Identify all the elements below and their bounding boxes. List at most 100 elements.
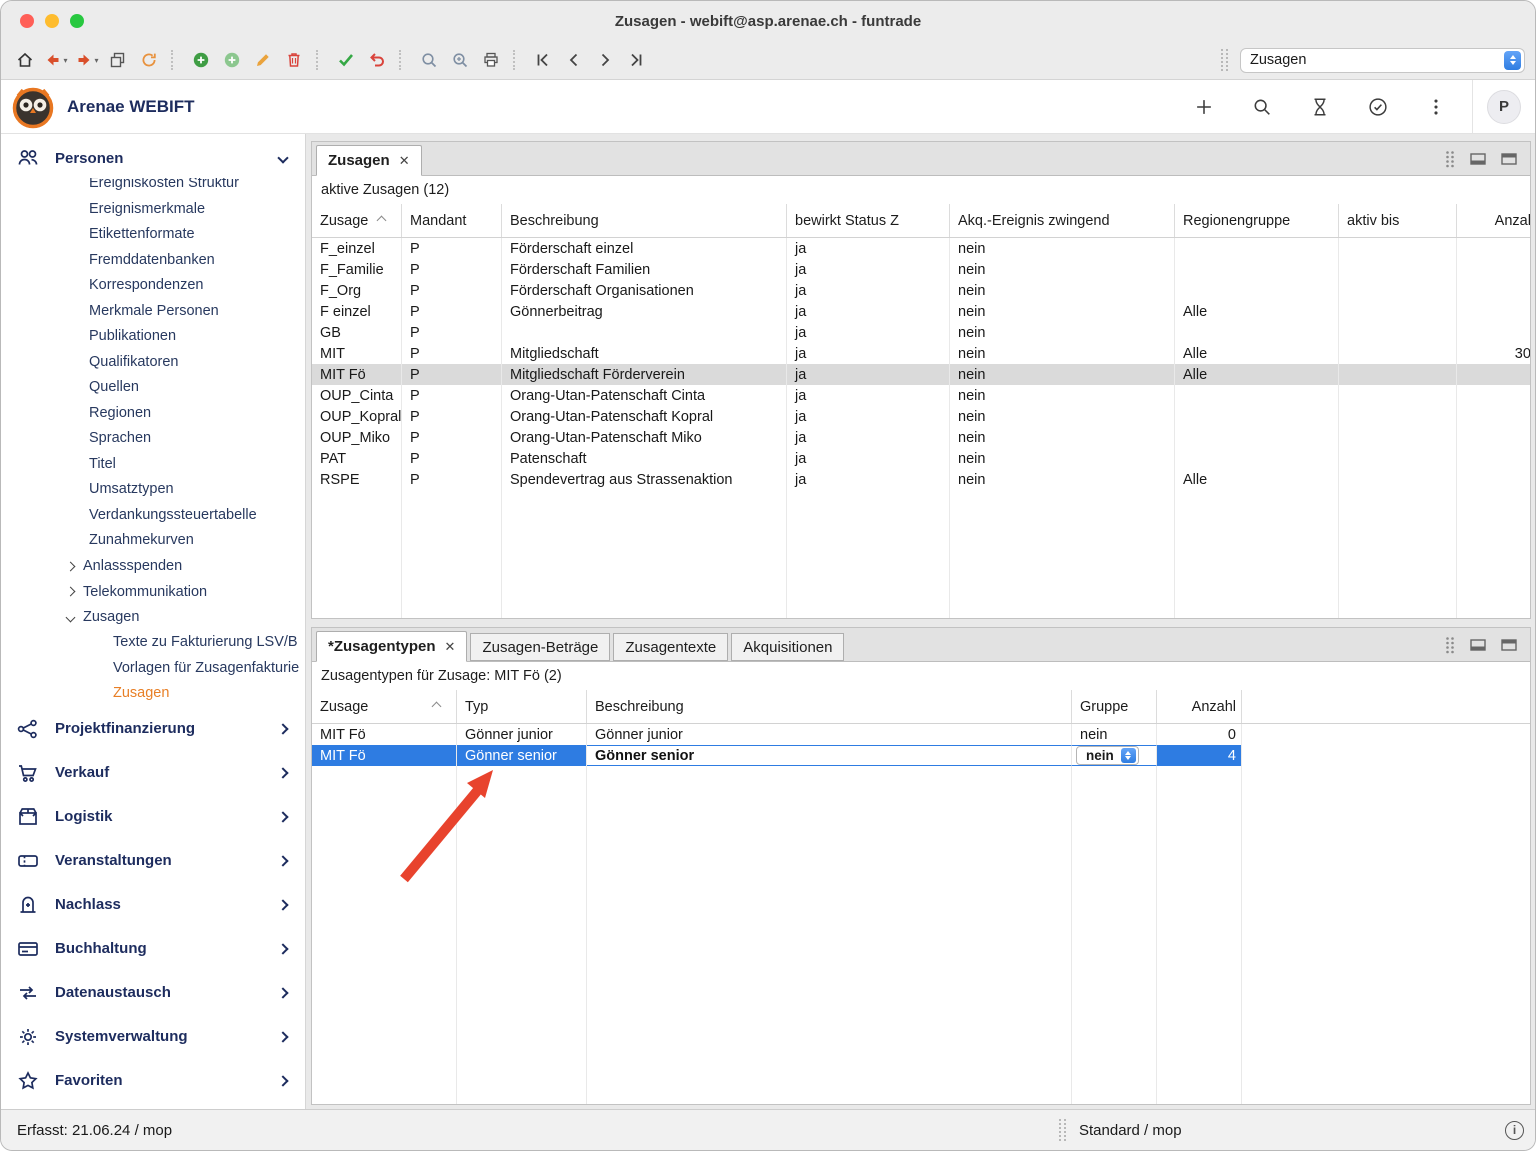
sidebar-tree-item[interactable]: Titel — [1, 452, 305, 478]
sidebar-tree-item[interactable]: Ereigniskosten Struktur — [1, 178, 305, 197]
tab-zusagentexte[interactable]: Zusagentexte — [613, 633, 728, 661]
tab-zusagen[interactable]: Zusagen ✕ — [316, 145, 422, 176]
sidebar-section[interactable]: Logistik — [1, 795, 305, 839]
sidebar-tree-item[interactable]: Verdankungssteuertabelle — [1, 503, 305, 529]
zusagen-table-row[interactable]: RSPEPSpendevertrag aus Strassenaktionjan… — [312, 469, 1530, 490]
global-search-button[interactable] — [1250, 95, 1274, 119]
last-record-button[interactable] — [622, 47, 650, 74]
column-header-gruppe[interactable]: Gruppe — [1072, 690, 1157, 723]
column-header-typ[interactable]: Typ — [457, 690, 587, 723]
maximize-panel-icon[interactable] — [1501, 151, 1517, 167]
forward-button[interactable]: ▾ — [73, 47, 101, 74]
sidebar-section[interactable]: Datenaustausch — [1, 971, 305, 1015]
sidebar-section[interactable]: Favoriten — [1, 1059, 305, 1103]
home-button[interactable] — [11, 47, 39, 74]
sidebar-section[interactable]: Verkauf — [1, 751, 305, 795]
column-header-akq-ereignis[interactable]: Akq.-Ereignis zwingend — [950, 204, 1175, 237]
column-header-beschreibung[interactable]: Beschreibung — [502, 204, 787, 237]
pending-tasks-button[interactable] — [1308, 95, 1332, 119]
column-header-aktiv-bis[interactable]: aktiv bis — [1339, 204, 1457, 237]
sidebar-tree-item[interactable]: Zunahmekurven — [1, 528, 305, 554]
close-tab-icon[interactable]: ✕ — [445, 639, 456, 655]
column-header-zusage[interactable]: Zusage — [312, 204, 402, 237]
new-record-button[interactable] — [1192, 95, 1216, 119]
zusagen-table-row[interactable]: F_einzelPFörderschaft einzeljanein0 — [312, 238, 1530, 259]
info-icon[interactable]: i — [1505, 1121, 1524, 1140]
column-header-anzahl[interactable]: Anzahl — [1157, 690, 1242, 723]
tab-akquisitionen[interactable]: Akquisitionen — [731, 633, 844, 661]
minimize-window-button[interactable] — [45, 14, 59, 28]
delete-button[interactable] — [280, 47, 308, 74]
print-button[interactable] — [477, 47, 505, 74]
zusagen-table-row[interactable]: F_OrgPFörderschaft Organisationenjanein — [312, 280, 1530, 301]
column-header-anzahl[interactable]: Anzahl — [1457, 204, 1530, 237]
next-record-button[interactable] — [591, 47, 619, 74]
collapse-panel-icon[interactable] — [1470, 637, 1486, 653]
zusagen-table-row[interactable]: F_FamiliePFörderschaft Familienjanein3 — [312, 259, 1530, 280]
cell-beschreibung-editing[interactable]: Gönner senior — [587, 745, 1072, 766]
zusagen-table-row[interactable]: PATPPatenschaftjanein4 — [312, 448, 1530, 469]
refresh-button[interactable] — [135, 47, 163, 74]
edit-button[interactable] — [249, 47, 277, 74]
zusagen-table-row[interactable]: GBPjanein5 — [312, 322, 1530, 343]
back-button[interactable]: ▾ — [42, 47, 70, 74]
user-avatar[interactable]: P — [1487, 90, 1521, 124]
undo-button[interactable] — [363, 47, 391, 74]
zusagen-table-row[interactable]: OUP_CintaPOrang-Utan-Patenschaft Cintaja… — [312, 385, 1530, 406]
zusagen-table-row[interactable]: MIT FöPMitgliedschaft Fördervereinjanein… — [312, 364, 1530, 385]
zusagen-table-row[interactable]: MITPMitgliedschaftjaneinAlle309 — [312, 343, 1530, 364]
sidebar-section[interactable]: Nachlass — [1, 883, 305, 927]
sidebar-tree-item[interactable]: Umsatztypen — [1, 477, 305, 503]
sidebar-tree-item[interactable]: Etikettenformate — [1, 222, 305, 248]
column-header-mandant[interactable]: Mandant — [402, 204, 502, 237]
sidebar-tree-item[interactable]: Regionen — [1, 401, 305, 427]
sidebar-tree-item[interactable]: Sprachen — [1, 426, 305, 452]
sidebar-section[interactable]: Buchhaltung — [1, 927, 305, 971]
sidebar-tree-child-active[interactable]: Zusagen — [1, 681, 305, 707]
close-tab-icon[interactable]: ✕ — [399, 153, 410, 169]
zoom-window-button[interactable] — [70, 14, 84, 28]
add-secondary-button[interactable] — [218, 47, 246, 74]
sidebar-tree-item[interactable]: Publikationen — [1, 324, 305, 350]
completed-tasks-button[interactable] — [1366, 95, 1390, 119]
prev-record-button[interactable] — [560, 47, 588, 74]
sidebar-tree-group[interactable]: Telekommunikation — [1, 579, 305, 605]
zusagen-table-row[interactable]: OUP_KopralPOrang-Utan-Patenschaft Kopral… — [312, 406, 1530, 427]
duplicate-window-button[interactable] — [104, 47, 132, 74]
search-plus-button[interactable] — [446, 47, 474, 74]
confirm-button[interactable] — [332, 47, 360, 74]
column-header-zusage[interactable]: Zusage — [312, 690, 457, 723]
tab-zusagen-betraege[interactable]: Zusagen-Beträge — [470, 633, 610, 661]
sidebar-tree-group-expanded[interactable]: Zusagen — [1, 605, 305, 631]
search-button[interactable] — [415, 47, 443, 74]
sidebar-tree-item[interactable]: Qualifikatoren — [1, 350, 305, 376]
sidebar-section-personen[interactable]: Personen — [1, 138, 305, 178]
grid-dots-icon[interactable] — [1445, 636, 1455, 654]
sidebar-tree-item[interactable]: Ereignismerkmale — [1, 197, 305, 223]
maximize-panel-icon[interactable] — [1501, 637, 1517, 653]
sidebar-section[interactable]: Veranstaltungen — [1, 839, 305, 883]
close-window-button[interactable] — [20, 14, 34, 28]
sidebar-tree-item[interactable]: Fremddatenbanken — [1, 248, 305, 274]
collapse-panel-icon[interactable] — [1470, 151, 1486, 167]
sidebar-tree-item[interactable]: Merkmale Personen — [1, 299, 305, 325]
column-header-regionengruppe[interactable]: Regionengruppe — [1175, 204, 1339, 237]
zusagentyp-row[interactable]: MIT Fö Gönner junior Gönner junior nein … — [312, 724, 1530, 745]
tab-zusagentypen[interactable]: *Zusagentypen ✕ — [316, 631, 467, 662]
sidebar-tree-child[interactable]: Texte zu Fakturierung LSV/B — [1, 630, 305, 656]
view-combobox[interactable]: Zusagen — [1240, 48, 1525, 73]
sidebar-tree-item[interactable]: Quellen — [1, 375, 305, 401]
zusagen-table-row[interactable]: F einzelPGönnerbeitragjaneinAlle0 — [312, 301, 1530, 322]
grid-dots-icon[interactable] — [1445, 150, 1455, 168]
sidebar-section[interactable]: Projektfinanzierung — [1, 707, 305, 751]
column-header-bewirkt-status-z[interactable]: bewirkt Status Z — [787, 204, 950, 237]
zusagentyp-row-selected[interactable]: MIT Fö Gönner senior Gönner senior nein … — [312, 745, 1530, 766]
zusagen-table-row[interactable]: OUP_MikoPOrang-Utan-Patenschaft Mikojane… — [312, 427, 1530, 448]
add-button[interactable] — [187, 47, 215, 74]
more-menu-button[interactable] — [1424, 95, 1448, 119]
sidebar-section[interactable]: Systemverwaltung — [1, 1015, 305, 1059]
column-header-beschreibung[interactable]: Beschreibung — [587, 690, 1072, 723]
sidebar-tree-child[interactable]: Vorlagen für Zusagenfakturie — [1, 656, 305, 682]
sidebar-tree-group[interactable]: Anlassspenden — [1, 554, 305, 580]
first-record-button[interactable] — [529, 47, 557, 74]
